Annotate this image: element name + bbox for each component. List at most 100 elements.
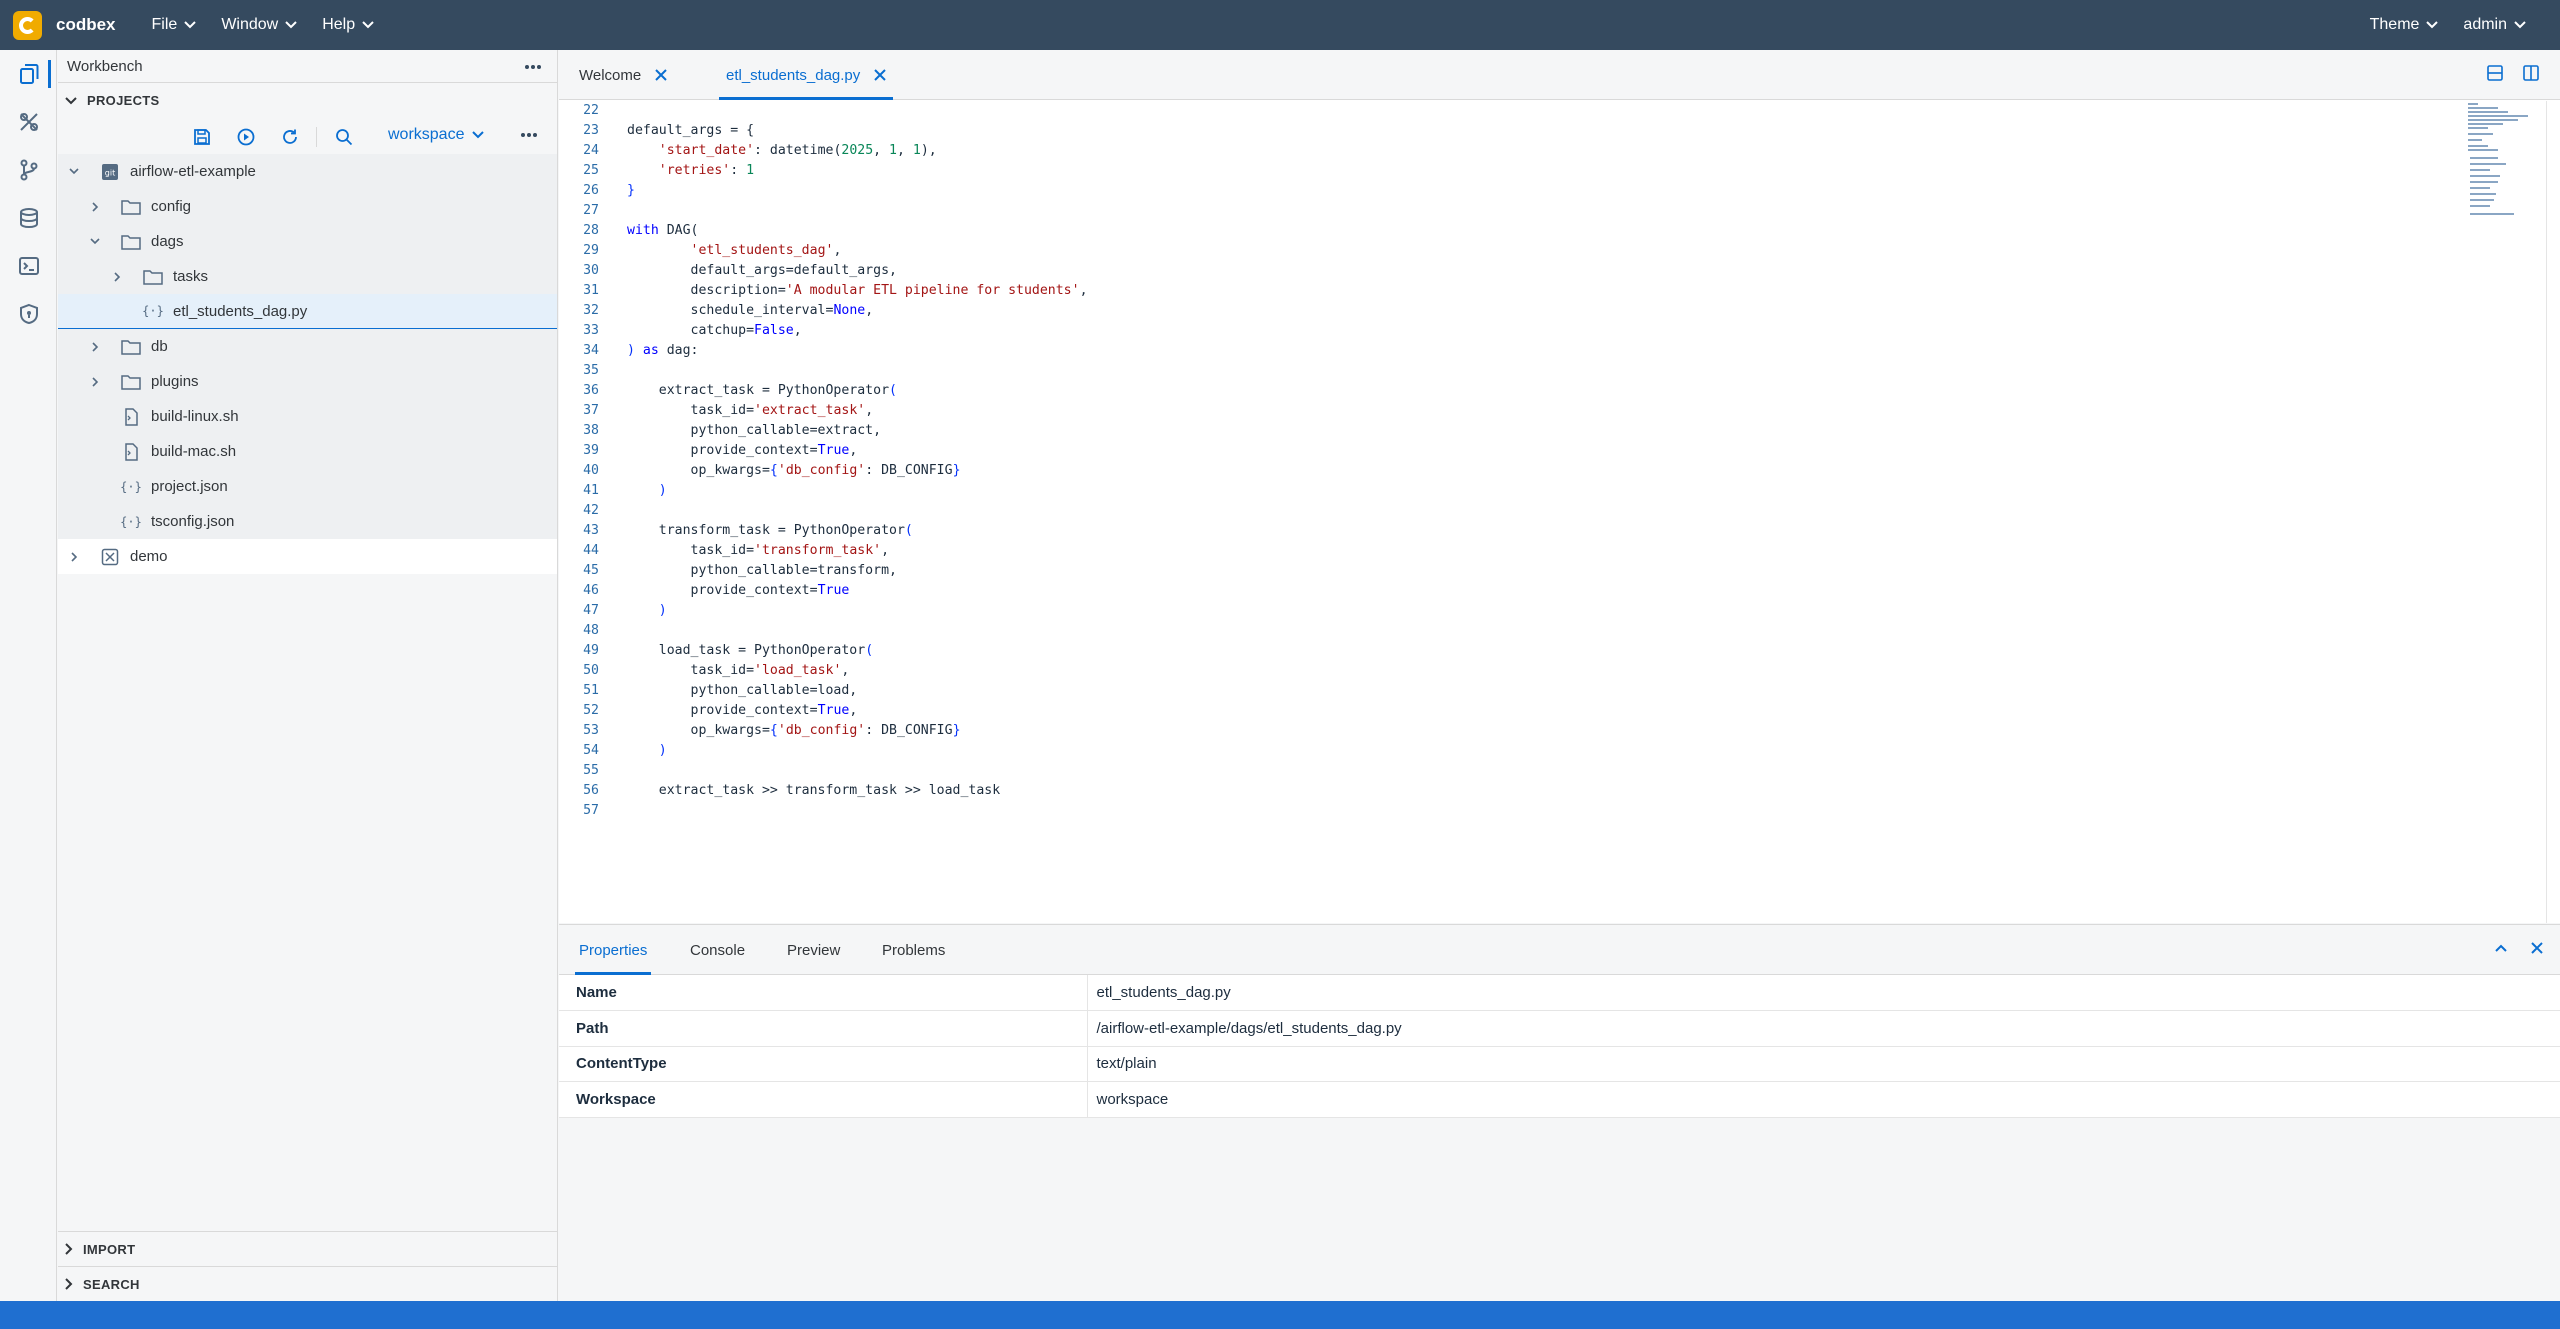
editor-tabbar: Welcome etl_students_dag.py xyxy=(559,50,2560,100)
line-number: 38 xyxy=(583,423,599,438)
editor-scrollbar[interactable] xyxy=(2546,101,2560,923)
tree-item-project-json[interactable]: {·} project.json xyxy=(58,469,557,504)
more-options-icon[interactable] xyxy=(520,126,538,144)
line-number: 48 xyxy=(583,623,599,638)
script-file-icon xyxy=(121,407,141,427)
sidebar-bottom-sections: IMPORT SEARCH xyxy=(58,1231,558,1301)
security-icon xyxy=(19,303,38,325)
chevron-down-icon xyxy=(184,21,197,29)
database-perspective-button[interactable] xyxy=(0,194,57,242)
search-button[interactable] xyxy=(333,126,355,148)
tree-item-plugins[interactable]: plugins xyxy=(58,364,557,399)
tree-item-build-mac[interactable]: build-mac.sh xyxy=(58,434,557,469)
tab-preview[interactable]: Preview xyxy=(787,925,840,975)
property-key: Workspace xyxy=(559,1081,1088,1118)
tree-item-config[interactable]: config xyxy=(58,189,557,224)
menu-window-label: Window xyxy=(221,16,279,33)
tab-console[interactable]: Console xyxy=(690,925,745,975)
tree-item-tsconfig[interactable]: {·} tsconfig.json xyxy=(58,504,557,539)
code-editor[interactable]: 22 23 default_args = { 24 'start_date': d… xyxy=(559,101,2546,923)
chevron-right-icon[interactable] xyxy=(88,340,102,354)
line-number: 49 xyxy=(583,643,599,658)
tab-etl-students-dag[interactable]: etl_students_dag.py xyxy=(719,50,894,100)
tree-item-build-linux[interactable]: build-linux.sh xyxy=(58,399,557,434)
chevron-right-icon[interactable] xyxy=(88,200,102,214)
tree-item-label: tasks xyxy=(173,268,209,285)
tab-problems[interactable]: Problems xyxy=(882,925,945,975)
chevron-down-icon xyxy=(2514,21,2526,29)
projects-section-header[interactable]: PROJECTS xyxy=(58,83,557,118)
line-number: 27 xyxy=(583,203,599,218)
line-number: 26 xyxy=(583,183,599,198)
line-number: 41 xyxy=(583,483,599,498)
refresh-icon xyxy=(283,129,297,144)
chevron-down-icon xyxy=(65,96,77,104)
tree-item-dags[interactable]: dags xyxy=(58,224,557,259)
property-key: Path xyxy=(559,1010,1088,1047)
code-minimap[interactable] xyxy=(2464,101,2544,221)
panel-tabbar: Properties Console Preview Problems xyxy=(559,925,2560,975)
chevron-down-icon[interactable] xyxy=(88,235,102,249)
line-number: 45 xyxy=(583,563,599,578)
line-number: 28 xyxy=(583,223,599,238)
property-key: ContentType xyxy=(559,1046,1088,1082)
split-horizontal-icon[interactable] xyxy=(2486,64,2504,82)
more-options-icon[interactable] xyxy=(524,58,542,76)
import-section-label: IMPORT xyxy=(83,1241,136,1257)
menu-file[interactable]: File xyxy=(152,16,197,34)
integrations-perspective-button[interactable] xyxy=(0,98,57,146)
chevron-right-icon[interactable] xyxy=(67,550,81,564)
line-number: 51 xyxy=(583,683,599,698)
close-icon[interactable] xyxy=(655,69,667,81)
chevron-right-icon[interactable] xyxy=(110,270,124,284)
json-file-icon: {·} xyxy=(121,477,141,497)
tab-label: Console xyxy=(690,941,746,959)
line-number: 29 xyxy=(583,243,599,258)
terminal-perspective-button[interactable] xyxy=(0,242,57,290)
chevron-up-icon[interactable] xyxy=(2494,941,2508,955)
line-number: 44 xyxy=(583,543,599,558)
publish-button[interactable] xyxy=(235,126,257,148)
shell-bar: codbex File Window Help Theme admin xyxy=(0,0,2560,50)
menu-window[interactable]: Window xyxy=(221,16,297,34)
sidebar-header: Workbench xyxy=(58,50,557,83)
tree-item-etl-students-dag[interactable]: {·} etl_students_dag.py xyxy=(58,294,557,329)
save-all-button[interactable] xyxy=(191,126,213,148)
tab-welcome[interactable]: Welcome xyxy=(579,50,667,100)
chevron-down-icon xyxy=(362,21,374,29)
line-number: 40 xyxy=(583,463,599,478)
import-section-header[interactable]: IMPORT xyxy=(58,1231,558,1266)
brand-name: codbex xyxy=(56,15,116,34)
tree-item-label: config xyxy=(151,198,192,215)
codbex-logo-icon[interactable] xyxy=(13,10,42,40)
folder-icon xyxy=(121,337,141,357)
close-icon[interactable] xyxy=(874,69,886,81)
search-section-header[interactable]: SEARCH xyxy=(58,1266,558,1301)
chevron-down-icon[interactable] xyxy=(67,165,81,179)
theme-menu[interactable]: Theme xyxy=(2370,16,2439,34)
security-perspective-button[interactable] xyxy=(0,290,57,338)
json-file-icon: {·} xyxy=(121,512,141,532)
tab-label: etl_students_dag.py xyxy=(726,66,861,84)
menu-help[interactable]: Help xyxy=(322,16,374,34)
git-perspective-button[interactable] xyxy=(0,146,57,194)
split-vertical-icon[interactable] xyxy=(2522,64,2540,82)
refresh-button[interactable] xyxy=(279,126,301,148)
tree-item-tasks[interactable]: tasks xyxy=(58,259,557,294)
tree-item-label: db xyxy=(151,338,168,355)
line-number: 31 xyxy=(583,283,599,298)
property-value: /airflow-etl-example/dags/etl_students_d… xyxy=(1087,1010,2560,1047)
tree-item-db[interactable]: db xyxy=(58,329,557,364)
user-menu[interactable]: admin xyxy=(2463,16,2526,34)
tab-properties[interactable]: Properties xyxy=(575,925,652,975)
workbench-perspective-button[interactable] xyxy=(0,50,57,98)
tree-item-airflow-etl-example[interactable]: git airflow-etl-example xyxy=(58,154,557,189)
workspace-select[interactable]: workspace xyxy=(388,126,485,144)
tree-item-demo[interactable]: demo xyxy=(58,539,557,574)
chevron-down-icon xyxy=(472,131,485,139)
line-number: 56 xyxy=(583,783,599,798)
tree-item-label: build-linux.sh xyxy=(151,408,239,425)
chevron-right-icon[interactable] xyxy=(88,375,102,389)
tree-item-label: plugins xyxy=(151,373,199,390)
close-icon[interactable] xyxy=(2530,941,2544,955)
